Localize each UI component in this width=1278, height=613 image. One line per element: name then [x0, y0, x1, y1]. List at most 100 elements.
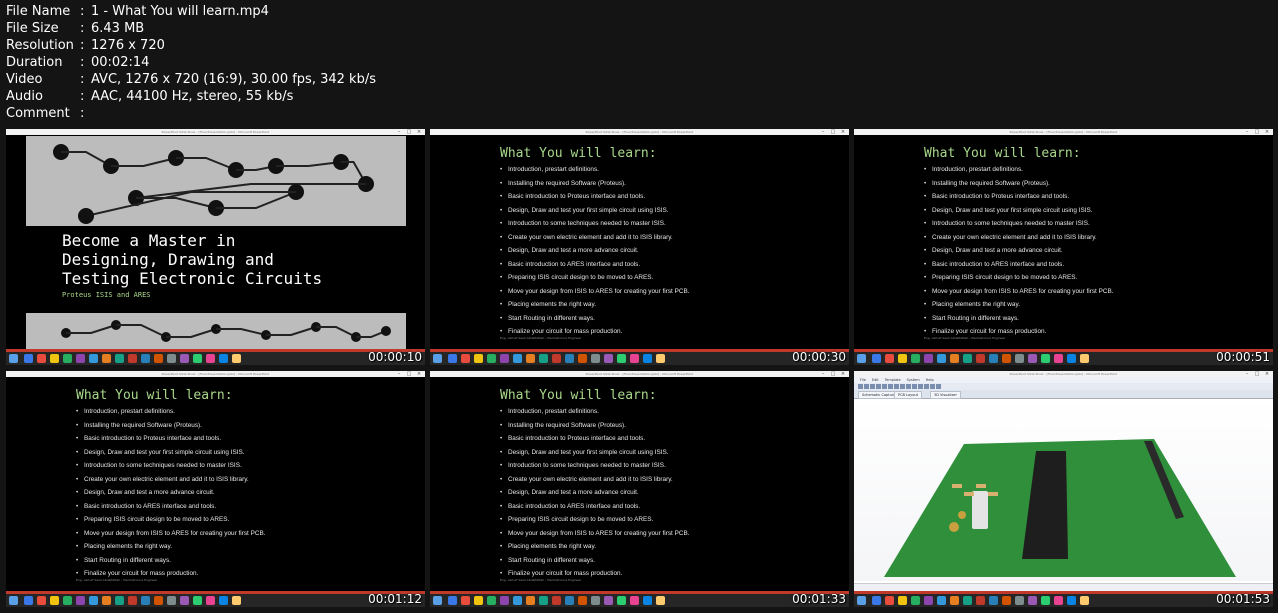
taskbar-app-icon[interactable]	[206, 596, 215, 605]
taskbar-app-icon[interactable]	[976, 354, 985, 363]
toolbar-button-icon[interactable]	[858, 384, 863, 389]
video-thumbnail[interactable]: What You will learn: Introduction, presta…	[430, 371, 849, 607]
menu-item[interactable]: Help	[926, 378, 934, 382]
minimize-icon[interactable]: –	[1243, 371, 1251, 377]
taskbar-app-icon[interactable]	[643, 596, 652, 605]
taskbar-app-icon[interactable]	[89, 596, 98, 605]
taskbar-app-icon[interactable]	[937, 596, 946, 605]
maximize-icon[interactable]: □	[1253, 129, 1261, 135]
minimize-icon[interactable]: –	[819, 129, 827, 135]
taskbar-app-icon[interactable]	[461, 354, 470, 363]
taskbar-app-icon[interactable]	[193, 354, 202, 363]
taskbar-app-icon[interactable]	[232, 354, 241, 363]
taskbar-app-icon[interactable]	[487, 354, 496, 363]
video-thumbnail[interactable]: File Edit Template System Help Schematic Capt…	[854, 371, 1273, 607]
taskbar-app-icon[interactable]	[24, 354, 33, 363]
taskbar-app-icon[interactable]	[513, 596, 522, 605]
maximize-icon[interactable]: □	[405, 129, 413, 135]
menu-item[interactable]: Edit	[872, 378, 879, 382]
taskbar-app-icon[interactable]	[950, 596, 959, 605]
maximize-icon[interactable]: □	[829, 129, 837, 135]
taskbar-app-icon[interactable]	[219, 354, 228, 363]
taskbar-app-icon[interactable]	[76, 354, 85, 363]
taskbar-app-icon[interactable]	[578, 354, 587, 363]
toolbar-button-icon[interactable]	[936, 384, 941, 389]
taskbar-app-icon[interactable]	[1080, 596, 1089, 605]
taskbar-app-icon[interactable]	[963, 354, 972, 363]
taskbar-app-icon[interactable]	[500, 354, 509, 363]
taskbar-app-icon[interactable]	[474, 354, 483, 363]
taskbar-app-icon[interactable]	[487, 596, 496, 605]
taskbar-app-icon[interactable]	[937, 354, 946, 363]
taskbar-app-icon[interactable]	[89, 354, 98, 363]
minimize-icon[interactable]: –	[1243, 129, 1251, 135]
taskbar-app-icon[interactable]	[552, 354, 561, 363]
taskbar-app-icon[interactable]	[76, 596, 85, 605]
taskbar-app-icon[interactable]	[552, 596, 561, 605]
taskbar-app-icon[interactable]	[526, 596, 535, 605]
taskbar-app-icon[interactable]	[1080, 354, 1089, 363]
windows-start-icon[interactable]	[9, 354, 18, 363]
taskbar-app-icon[interactable]	[911, 596, 920, 605]
taskbar-app-icon[interactable]	[565, 354, 574, 363]
windows-start-icon[interactable]	[857, 354, 866, 363]
toolbar-button-icon[interactable]	[894, 384, 899, 389]
taskbar-app-icon[interactable]	[115, 596, 124, 605]
taskbar-app-icon[interactable]	[167, 354, 176, 363]
toolbar-button-icon[interactable]	[888, 384, 893, 389]
taskbar-app-icon[interactable]	[630, 354, 639, 363]
toolbar-button-icon[interactable]	[876, 384, 881, 389]
taskbar-app-icon[interactable]	[526, 354, 535, 363]
taskbar-app-icon[interactable]	[513, 354, 522, 363]
toolbar-button-icon[interactable]	[906, 384, 911, 389]
taskbar-app-icon[interactable]	[193, 596, 202, 605]
taskbar-app-icon[interactable]	[591, 354, 600, 363]
video-thumbnail[interactable]: What You will learn: Introduction, presta…	[430, 129, 849, 365]
taskbar-app-icon[interactable]	[539, 596, 548, 605]
taskbar-app-icon[interactable]	[630, 596, 639, 605]
taskbar-app-icon[interactable]	[617, 596, 626, 605]
toolbar-button-icon[interactable]	[864, 384, 869, 389]
windows-start-icon[interactable]	[857, 596, 866, 605]
maximize-icon[interactable]: □	[1253, 371, 1261, 377]
minimize-icon[interactable]: –	[395, 129, 403, 135]
taskbar-app-icon[interactable]	[898, 596, 907, 605]
close-icon[interactable]: ×	[1263, 129, 1271, 135]
taskbar-app-icon[interactable]	[1002, 596, 1011, 605]
taskbar-app-icon[interactable]	[1015, 596, 1024, 605]
taskbar-app-icon[interactable]	[656, 354, 665, 363]
taskbar-app-icon[interactable]	[24, 596, 33, 605]
taskbar-app-icon[interactable]	[128, 354, 137, 363]
minimize-icon[interactable]: –	[395, 371, 403, 377]
taskbar-app-icon[interactable]	[128, 596, 137, 605]
taskbar-app-icon[interactable]	[885, 354, 894, 363]
taskbar-app-icon[interactable]	[102, 354, 111, 363]
menu-item[interactable]: System	[907, 378, 920, 382]
taskbar-app-icon[interactable]	[872, 354, 881, 363]
windows-start-icon[interactable]	[9, 596, 18, 605]
minimize-icon[interactable]: –	[819, 371, 827, 377]
taskbar-app-icon[interactable]	[448, 354, 457, 363]
taskbar-app-icon[interactable]	[180, 596, 189, 605]
taskbar-app-icon[interactable]	[154, 354, 163, 363]
taskbar-app-icon[interactable]	[539, 354, 548, 363]
video-thumbnail[interactable]: What You will learn: Introduction, presta…	[854, 129, 1273, 365]
taskbar-app-icon[interactable]	[1028, 596, 1037, 605]
windows-start-icon[interactable]	[433, 596, 442, 605]
document-tab[interactable]: PCB Layout	[894, 391, 922, 399]
taskbar-app-icon[interactable]	[1028, 354, 1037, 363]
taskbar-app-icon[interactable]	[604, 354, 613, 363]
toolbar-button-icon[interactable]	[912, 384, 917, 389]
taskbar-app-icon[interactable]	[154, 596, 163, 605]
toolbar-button-icon[interactable]	[900, 384, 905, 389]
taskbar-app-icon[interactable]	[1041, 354, 1050, 363]
maximize-icon[interactable]: □	[405, 371, 413, 377]
taskbar-app-icon[interactable]	[1067, 596, 1076, 605]
taskbar-app-icon[interactable]	[1067, 354, 1076, 363]
taskbar-app-icon[interactable]	[578, 596, 587, 605]
taskbar-app-icon[interactable]	[565, 596, 574, 605]
taskbar-app-icon[interactable]	[898, 354, 907, 363]
taskbar-app-icon[interactable]	[461, 596, 470, 605]
toolbar-button-icon[interactable]	[882, 384, 887, 389]
taskbar-app-icon[interactable]	[950, 354, 959, 363]
